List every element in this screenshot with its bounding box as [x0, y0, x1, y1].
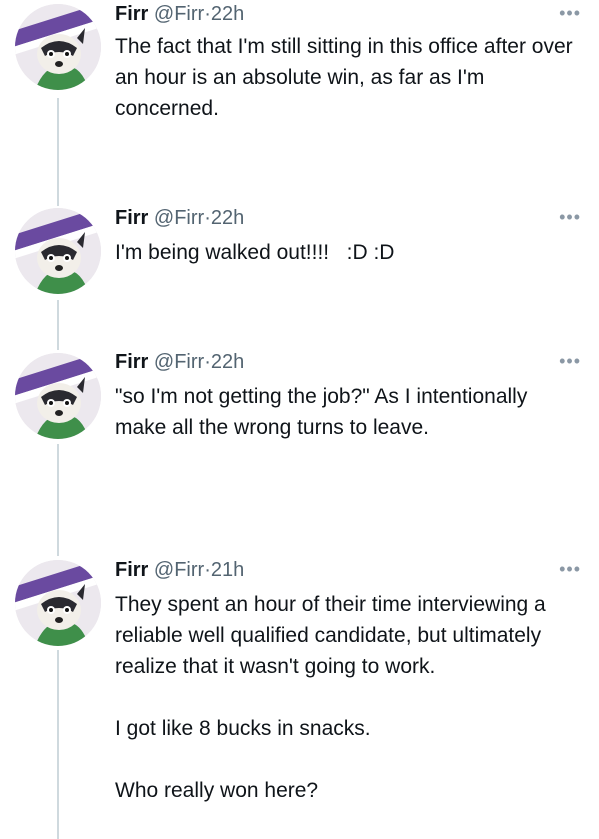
more-horizontal-icon: ••• — [559, 559, 581, 579]
avatar[interactable] — [15, 208, 101, 294]
more-options-button[interactable]: ••• — [559, 352, 581, 370]
separator-dot: · — [204, 3, 211, 25]
separator-dot: · — [204, 559, 211, 581]
tweet-paragraph: "so I'm not getting the job?" As I inten… — [115, 385, 534, 439]
tweet[interactable]: Firr @Firr·22h ••• I'm being walked out!… — [0, 200, 599, 345]
tweet-paragraph: I got like 8 bucks in snacks. — [115, 717, 371, 740]
fox-avatar-icon — [15, 208, 101, 294]
separator-dot: · — [204, 207, 211, 229]
tweet[interactable]: Firr @Firr·22h ••• "so I'm not getting t… — [0, 345, 599, 550]
tweet-paragraph: The fact that I'm still sitting in this … — [115, 35, 579, 120]
display-name[interactable]: Firr — [115, 559, 148, 581]
tweet[interactable]: Firr @Firr·21h ••• They spent an hour of… — [0, 550, 599, 839]
user-handle[interactable]: @Firr — [154, 351, 204, 373]
tweet-text: The fact that I'm still sitting in this … — [115, 31, 580, 124]
avatar[interactable] — [15, 560, 101, 646]
fox-avatar-icon — [15, 4, 101, 90]
fox-avatar-icon — [15, 560, 101, 646]
tweet-text: "so I'm not getting the job?" As I inten… — [115, 381, 580, 443]
more-options-button[interactable]: ••• — [559, 4, 581, 22]
tweet-header: Firr @Firr·21h — [115, 558, 244, 582]
tweet-text: They spent an hour of their time intervi… — [115, 589, 580, 806]
more-options-button[interactable]: ••• — [559, 560, 581, 578]
display-name[interactable]: Firr — [115, 207, 148, 229]
tweet-text: I'm being walked out!!!! :D :D — [115, 237, 580, 268]
timestamp[interactable]: 21h — [211, 559, 244, 581]
separator-dot: · — [204, 351, 211, 373]
fox-avatar-icon — [15, 353, 101, 439]
tweet-paragraph: I'm being walked out!!!! :D :D — [115, 241, 395, 264]
timestamp[interactable]: 22h — [211, 207, 244, 229]
more-options-button[interactable]: ••• — [559, 208, 581, 226]
avatar[interactable] — [15, 4, 101, 90]
avatar[interactable] — [15, 353, 101, 439]
tweet-header: Firr @Firr·22h — [115, 2, 244, 26]
timestamp[interactable]: 22h — [211, 351, 244, 373]
display-name[interactable]: Firr — [115, 3, 148, 25]
more-horizontal-icon: ••• — [559, 207, 581, 227]
tweet-header: Firr @Firr·22h — [115, 350, 244, 374]
tweet[interactable]: Firr @Firr·22h ••• The fact that I'm sti… — [0, 0, 599, 200]
tweet-header: Firr @Firr·22h — [115, 206, 244, 230]
user-handle[interactable]: @Firr — [154, 3, 204, 25]
timestamp[interactable]: 22h — [211, 3, 244, 25]
more-horizontal-icon: ••• — [559, 351, 581, 371]
user-handle[interactable]: @Firr — [154, 559, 204, 581]
display-name[interactable]: Firr — [115, 351, 148, 373]
user-handle[interactable]: @Firr — [154, 207, 204, 229]
tweet-paragraph: They spent an hour of their time intervi… — [115, 593, 552, 678]
more-horizontal-icon: ••• — [559, 3, 581, 23]
tweet-paragraph: Who really won here? — [115, 779, 319, 802]
